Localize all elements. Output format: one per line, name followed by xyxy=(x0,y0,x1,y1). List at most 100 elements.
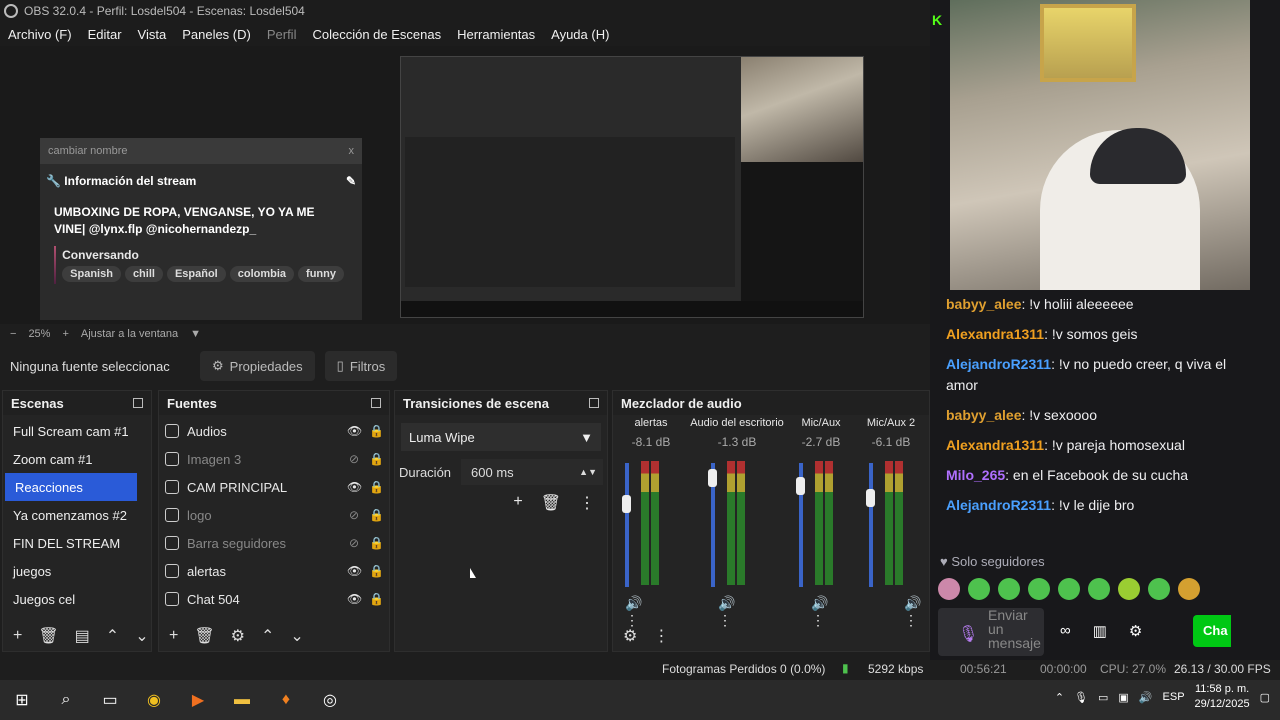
duration-input[interactable]: 600 ms ▲▼ xyxy=(461,459,603,485)
scene-item[interactable]: FIN DEL STREAM xyxy=(3,529,151,557)
emote-icon[interactable] xyxy=(1058,578,1080,600)
eye-icon[interactable]: 👁 xyxy=(347,480,362,494)
menu-perfil[interactable]: Perfil xyxy=(259,27,305,42)
edit-icon[interactable]: ✎ xyxy=(346,174,356,188)
volume-icon[interactable]: 🔊 xyxy=(1139,691,1153,704)
windows-start-icon[interactable]: ⊞ xyxy=(10,688,34,712)
emote-icon[interactable] xyxy=(938,578,960,600)
more-icon[interactable]: ⋮ xyxy=(579,493,595,513)
down-icon[interactable]: ⌄ xyxy=(135,626,148,646)
menu-archivo[interactable]: Archivo (F) xyxy=(0,27,80,42)
scene-item[interactable]: juegos xyxy=(3,557,151,585)
menu-editar[interactable]: Editar xyxy=(80,27,130,42)
lock-icon[interactable]: 🔒 xyxy=(369,452,384,466)
popout-icon[interactable] xyxy=(371,398,381,408)
source-item[interactable]: Barra seguidores ⊘ 🔒 xyxy=(159,529,389,557)
lock-icon[interactable]: 🔒 xyxy=(369,480,384,494)
gear-icon[interactable]: ⚙ xyxy=(623,626,637,646)
eye-hidden-icon[interactable]: ⊘ xyxy=(347,452,361,466)
down-icon[interactable]: ⌄ xyxy=(290,626,303,646)
filters-button[interactable]: ▯ Filtros xyxy=(324,351,398,381)
source-item[interactable]: alertas 👁 🔒 xyxy=(159,557,389,585)
trash-icon[interactable]: 🗑 xyxy=(194,626,214,646)
emote-icon[interactable] xyxy=(1118,578,1140,600)
up-icon[interactable]: ⌃ xyxy=(106,626,119,646)
popout-icon[interactable] xyxy=(589,398,599,408)
mic-icon[interactable]: 🎙 xyxy=(958,624,978,644)
gear-icon[interactable]: ⚙ xyxy=(231,626,245,646)
scene-item-selected[interactable]: Reacciones xyxy=(5,473,137,501)
add-icon[interactable]: + xyxy=(513,493,522,513)
chrome-icon[interactable]: ◉ xyxy=(142,688,166,712)
task-view-icon[interactable]: ▭ xyxy=(98,688,122,712)
scene-item[interactable]: Juegos cel xyxy=(3,585,151,613)
transition-select[interactable]: Luma Wipe ▼ xyxy=(401,423,601,451)
more-icon[interactable]: ⋮ xyxy=(653,626,669,646)
battery-icon[interactable]: ▭ xyxy=(1098,691,1108,704)
media-player-icon[interactable]: ▶ xyxy=(186,688,210,712)
network-icon[interactable]: ▣ xyxy=(1118,691,1128,704)
language-indicator[interactable]: ESP xyxy=(1163,691,1185,703)
eye-hidden-icon[interactable]: ⊘ xyxy=(347,536,361,550)
fl-studio-icon[interactable]: ♦ xyxy=(274,688,298,712)
emote-icon[interactable] xyxy=(1178,578,1200,600)
emote-icon[interactable] xyxy=(1088,578,1110,600)
folder-icon[interactable]: ▬ xyxy=(230,688,254,712)
menu-paneles[interactable]: Paneles (D) xyxy=(174,27,259,42)
scene-item[interactable]: Ya comenzamos #2 xyxy=(3,501,151,529)
source-item[interactable]: Imagen 3 ⊘ 🔒 xyxy=(159,445,389,473)
close-icon[interactable]: x xyxy=(349,145,355,157)
scene-item[interactable]: Full Scream cam #1 xyxy=(3,417,151,445)
add-icon[interactable]: + xyxy=(13,627,22,645)
chat-send-button[interactable]: Cha xyxy=(1193,615,1231,647)
volume-slider[interactable] xyxy=(869,463,873,587)
volume-knob[interactable] xyxy=(622,495,631,513)
menu-herramientas[interactable]: Herramientas xyxy=(449,27,543,42)
notification-icon[interactable]: ▢ xyxy=(1260,691,1270,704)
lock-icon[interactable]: 🔒 xyxy=(369,536,384,550)
emote-icon[interactable] xyxy=(1028,578,1050,600)
eye-icon[interactable]: 👁 xyxy=(347,564,362,578)
source-item[interactable]: CAM PRINCIPAL 👁 🔒 xyxy=(159,473,389,501)
trash-icon[interactable]: 🗑 xyxy=(541,493,561,513)
eye-icon[interactable]: 👁 xyxy=(347,592,362,606)
search-icon[interactable]: ⌕ xyxy=(54,688,78,712)
trash-icon[interactable]: 🗑 xyxy=(38,626,58,646)
chat-input[interactable]: Enviar un mensaje xyxy=(938,608,1044,656)
volume-knob[interactable] xyxy=(708,469,717,487)
eye-hidden-icon[interactable]: ⊘ xyxy=(347,508,361,522)
source-item[interactable]: Audios 👁 🔒 xyxy=(159,417,389,445)
volume-slider[interactable] xyxy=(625,463,629,587)
fit-window-button[interactable]: Ajustar a la ventana xyxy=(81,328,178,340)
emote-icon[interactable] xyxy=(998,578,1020,600)
lock-icon[interactable]: 🔒 xyxy=(369,592,384,606)
chevron-up-icon[interactable]: ⌃ xyxy=(1055,691,1064,704)
lock-icon[interactable]: 🔒 xyxy=(369,424,384,438)
menu-ayuda[interactable]: Ayuda (H) xyxy=(543,27,617,42)
up-icon[interactable]: ⌃ xyxy=(261,626,274,646)
filter-icon[interactable]: ▤ xyxy=(75,626,90,646)
chevron-down-icon[interactable]: ▼ xyxy=(190,328,201,340)
clock[interactable]: 11:58 p. m. 29/12/2025 xyxy=(1195,682,1250,712)
add-icon[interactable]: + xyxy=(169,627,178,645)
emote-menu-icon[interactable]: ∞ xyxy=(1060,622,1071,640)
gift-icon[interactable]: ▥ xyxy=(1093,622,1107,640)
emote-icon[interactable] xyxy=(968,578,990,600)
lock-icon[interactable]: 🔒 xyxy=(369,508,384,522)
mic-tray-icon[interactable]: 🎙 xyxy=(1074,691,1088,704)
gear-icon[interactable]: ⚙ xyxy=(1129,622,1142,640)
obs-icon[interactable]: ◎ xyxy=(318,688,342,712)
properties-button[interactable]: ⚙ Propiedades xyxy=(200,351,315,381)
scene-item[interactable]: Zoom cam #1 xyxy=(3,445,151,473)
popout-icon[interactable] xyxy=(133,398,143,408)
emote-icon[interactable] xyxy=(1148,578,1170,600)
volume-knob[interactable] xyxy=(796,477,805,495)
eye-icon[interactable]: 👁 xyxy=(347,424,362,438)
menu-vista[interactable]: Vista xyxy=(130,27,175,42)
source-item[interactable]: Chat 504 👁 🔒 xyxy=(159,585,389,613)
zoom-in-button[interactable]: + xyxy=(62,328,68,340)
volume-knob[interactable] xyxy=(866,489,875,507)
zoom-out-button[interactable]: − xyxy=(10,328,16,340)
menu-coleccion[interactable]: Colección de Escenas xyxy=(304,27,449,42)
lock-icon[interactable]: 🔒 xyxy=(369,564,384,578)
